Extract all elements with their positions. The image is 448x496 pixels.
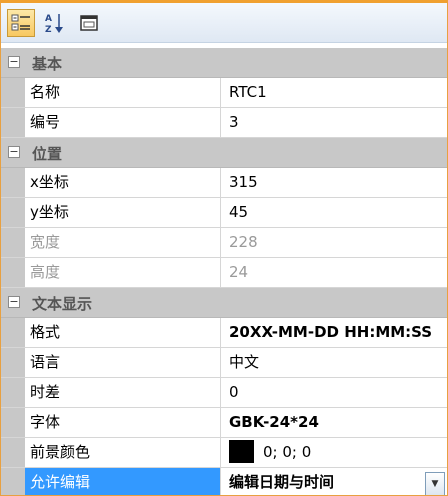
property-pages-icon [79, 13, 99, 33]
property-name: 编号 [25, 108, 221, 137]
property-name: 字体 [25, 408, 221, 437]
property-value[interactable]: 0 [222, 378, 447, 407]
collapse-icon[interactable]: − [8, 296, 20, 308]
chevron-down-icon: ▼ [431, 478, 439, 489]
property-grid-window: A Z − 基本 名称 RTC1 编号 3 − 位置 x坐标 315 y坐标 4… [0, 0, 448, 496]
property-name: 宽度 [25, 228, 221, 257]
property-value[interactable]: 0; 0; 0 [222, 438, 447, 467]
property-name: 高度 [25, 258, 221, 287]
categorized-icon [11, 13, 31, 33]
property-row-format[interactable]: 格式 20XX-MM-DD HH:MM:SS [1, 318, 447, 348]
property-pages-button[interactable] [75, 9, 103, 37]
property-name: x坐标 [25, 168, 221, 197]
category-label: 文本显示 [32, 295, 93, 313]
property-value[interactable]: 45 [222, 198, 447, 227]
property-grid: − 基本 名称 RTC1 编号 3 − 位置 x坐标 315 y坐标 45 宽度… [1, 48, 447, 495]
category-label: 基本 [32, 55, 63, 73]
property-value[interactable]: 中文 [222, 348, 447, 377]
categorized-button[interactable] [7, 9, 35, 37]
collapse-icon[interactable]: − [8, 146, 20, 158]
property-name: 时差 [25, 378, 221, 407]
category-text-display[interactable]: − 文本显示 [1, 288, 447, 318]
property-value[interactable]: GBK-24*24 [222, 408, 447, 437]
property-row-time-offset[interactable]: 时差 0 [1, 378, 447, 408]
property-value[interactable]: 3 [222, 108, 447, 137]
property-row-width: 宽度 228 [1, 228, 447, 258]
property-row-font[interactable]: 字体 GBK-24*24 [1, 408, 447, 438]
property-row-language[interactable]: 语言 中文 [1, 348, 447, 378]
property-row-x[interactable]: x坐标 315 [1, 168, 447, 198]
property-name: 前景颜色 [25, 438, 221, 467]
property-name: 名称 [25, 78, 221, 107]
property-row-allow-edit[interactable]: 允许编辑 编辑日期与时间 ▼ [1, 468, 447, 495]
color-value: 0; 0; 0 [263, 443, 312, 461]
property-row-height: 高度 24 [1, 258, 447, 288]
property-value[interactable]: 编辑日期与时间 ▼ [222, 468, 447, 495]
property-value-text: 编辑日期与时间 [229, 473, 335, 491]
color-swatch[interactable] [229, 439, 254, 463]
property-row-name[interactable]: 名称 RTC1 [1, 78, 447, 108]
sort-az-icon: A Z [44, 12, 66, 34]
property-value: 228 [229, 233, 258, 251]
property-row-y[interactable]: y坐标 45 [1, 198, 447, 228]
property-value[interactable]: RTC1 [222, 78, 447, 107]
category-basic[interactable]: − 基本 [1, 48, 447, 78]
category-position[interactable]: − 位置 [1, 138, 447, 168]
property-value[interactable]: 315 [222, 168, 447, 197]
property-row-fg-color[interactable]: 前景颜色 0; 0; 0 [1, 438, 447, 468]
collapse-icon[interactable]: − [8, 56, 20, 68]
svg-text:A: A [45, 14, 52, 24]
property-name: 格式 [25, 318, 221, 347]
property-value[interactable]: 20XX-MM-DD HH:MM:SS [222, 318, 447, 347]
property-toolbar: A Z [1, 3, 447, 43]
category-label: 位置 [32, 145, 63, 163]
svg-text:Z: Z [45, 25, 52, 34]
property-value: 24 [229, 263, 249, 281]
property-name: y坐标 [25, 198, 221, 227]
dropdown-button[interactable]: ▼ [425, 472, 445, 495]
property-name: 语言 [25, 348, 221, 377]
property-name: 允许编辑 [25, 468, 221, 495]
property-row-number[interactable]: 编号 3 [1, 108, 447, 138]
sort-az-button[interactable]: A Z [41, 9, 69, 37]
